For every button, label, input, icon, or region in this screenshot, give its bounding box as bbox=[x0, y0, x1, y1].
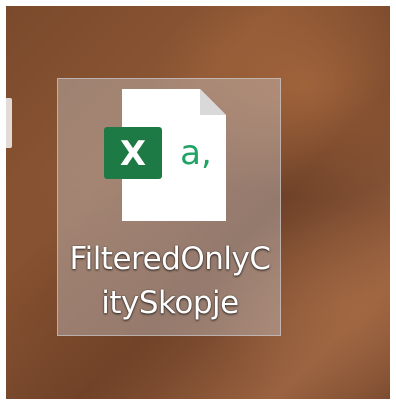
file-name-line-2: itySkopje bbox=[101, 285, 239, 321]
desktop-background: a, X FilteredOnlyC itySkopje bbox=[6, 6, 390, 399]
excel-csv-file-icon: a, X bbox=[104, 89, 226, 221]
desktop-file-item[interactable]: a, X FilteredOnlyC itySkopje bbox=[57, 78, 281, 336]
page-glyph: a, bbox=[180, 133, 212, 173]
window-edge bbox=[6, 98, 12, 148]
file-name-label: FilteredOnlyC itySkopje bbox=[58, 237, 282, 325]
excel-badge-letter: X bbox=[120, 134, 146, 174]
file-name-line-1: FilteredOnlyC bbox=[69, 241, 272, 277]
